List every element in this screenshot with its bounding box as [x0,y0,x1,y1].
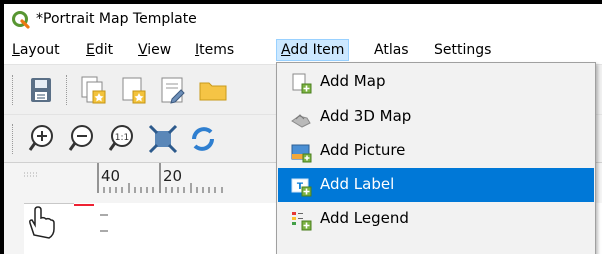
zoom-full-icon[interactable] [146,122,180,156]
menu-add-label-label: Add Label [320,175,395,193]
vertical-ruler[interactable] [4,203,24,254]
menu-edit[interactable]: Edit [86,40,113,60]
menu-edit-mnemonic: E [86,42,95,58]
menu-add-map-label: Add Map [320,72,386,90]
new-layout-icon[interactable] [116,73,150,107]
toolbar-handle[interactable] [12,124,17,154]
3d-map-icon [291,114,311,128]
toolbar-handle[interactable] [12,75,17,105]
qgis-logo-icon [12,11,30,29]
ruler-label: 40 [101,167,121,185]
add-item-menu: Add Map Add 3D Map Add Picture T Add Lab… [276,62,596,254]
menu-add-picture-label: Add Picture [320,141,406,159]
refresh-icon[interactable] [186,122,220,156]
menu-add-legend-label: Add Legend [320,209,409,227]
menu-add-picture[interactable]: Add Picture [278,134,594,168]
duplicate-layout-icon[interactable] [76,73,110,107]
menu-layout-mnemonic: L [12,42,20,58]
menu-bar: Layout Edit View Items Add Item Atlas Se… [4,36,602,64]
ruler-corner-grip-icon [24,172,38,177]
legend-icon [292,212,312,231]
menu-items-label: tems [199,42,235,58]
svg-text:1:1: 1:1 [115,133,129,143]
toolbar-separator [66,75,71,105]
label-icon: T [291,178,312,197]
menu-items[interactable]: Items [195,40,234,60]
picture-icon [291,144,312,163]
menu-add-label[interactable]: T Add Label [278,168,594,202]
pan-hand-icon[interactable] [26,205,56,239]
menu-add-item-label: dd Item [290,42,345,58]
menu-add-3d-map[interactable]: Add 3D Map [278,100,594,134]
menu-add-item[interactable]: Add Item [276,39,350,61]
menu-layout[interactable]: Layout [12,40,60,60]
menu-add-map[interactable]: Add Map [278,65,594,99]
ruler-label: 20 [163,167,183,185]
zoom-actual-icon[interactable]: 1:1 [106,122,140,156]
menu-view-label: iew [147,42,172,58]
menu-add-legend[interactable]: Add Legend [278,202,594,236]
menu-layout-label: ayout [19,42,60,58]
page-setup-icon[interactable] [156,73,190,107]
open-folder-icon[interactable] [196,73,230,107]
menu-view[interactable]: View [138,40,171,60]
map-icon [292,73,312,94]
title-bar: *Portrait Map Template [4,4,602,36]
menu-add-3d-map-label: Add 3D Map [320,107,412,125]
zoom-out-icon[interactable] [66,122,100,156]
save-icon[interactable] [24,73,58,107]
menu-settings[interactable]: Settings [434,40,491,60]
menu-add-item-mnemonic: A [281,42,291,58]
menu-edit-label: dit [94,42,114,58]
menu-atlas[interactable]: Atlas [374,40,409,60]
zoom-in-icon[interactable] [26,122,60,156]
menu-view-mnemonic: V [138,42,148,58]
layout-window: *Portrait Map Template Layout Edit View … [4,4,602,254]
ruler-corner [4,163,75,204]
window-title: *Portrait Map Template [36,11,197,27]
